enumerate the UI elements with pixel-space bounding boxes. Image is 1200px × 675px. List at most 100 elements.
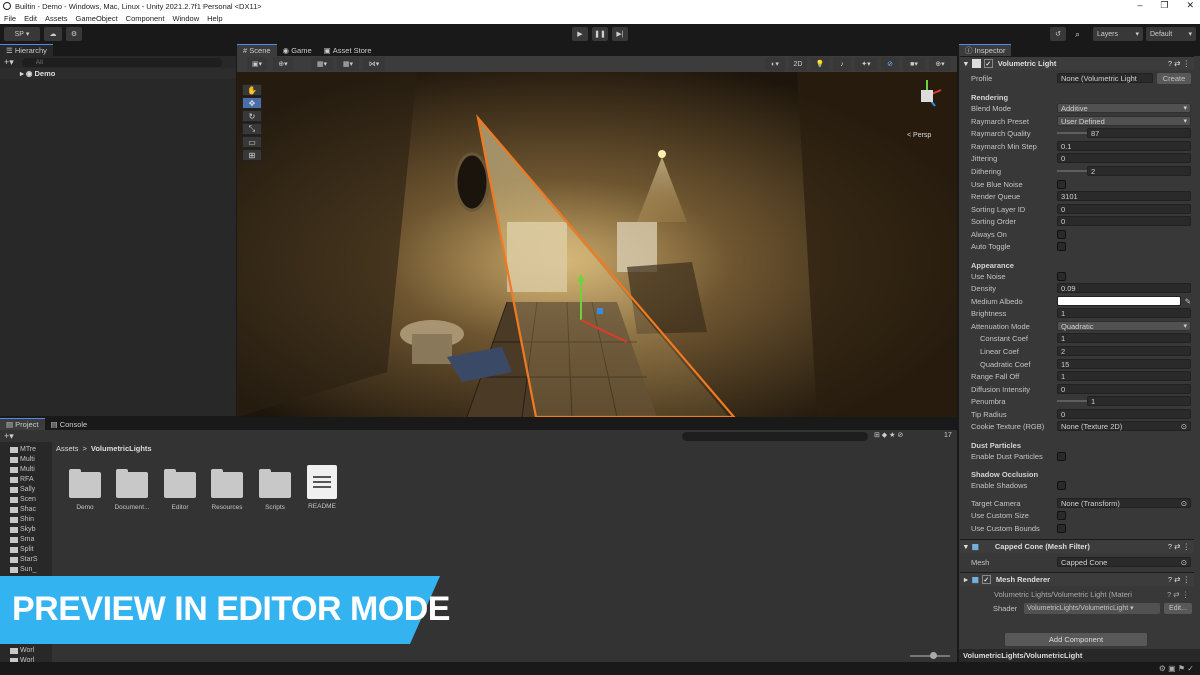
pivot-icon[interactable]: ⊕▾ xyxy=(273,57,293,71)
brightness-field[interactable]: 1 xyxy=(1057,308,1191,319)
renderer-enabled-checkbox[interactable]: ✓ xyxy=(981,575,991,584)
menu-gameobject[interactable]: GameObject xyxy=(76,14,118,23)
cookie-field[interactable]: None (Texture 2D) ⊙ xyxy=(1057,421,1191,432)
project-add-icon[interactable]: +▾ xyxy=(4,431,14,442)
use-blue-noise-checkbox[interactable] xyxy=(1057,179,1066,189)
density-field[interactable]: 0.09 xyxy=(1057,283,1191,294)
tree-item[interactable]: MTre xyxy=(10,446,36,453)
component-menu-icons[interactable]: ? ⇄ ⋮ xyxy=(1168,542,1190,551)
effects-icon[interactable]: ✦▾ xyxy=(855,57,877,71)
component-menu-icons[interactable]: ? ⇄ ⋮ xyxy=(1168,59,1190,68)
raymarch-preset-dropdown[interactable]: User Defined xyxy=(1057,116,1191,127)
shader-dropdown[interactable]: VolumetricLights/VolumetricLight ▾ xyxy=(1024,603,1160,614)
tab-scene[interactable]: # Scene xyxy=(237,44,277,56)
zoom-slider-knob[interactable] xyxy=(930,652,937,659)
render-queue-field[interactable]: 3101 xyxy=(1057,191,1191,202)
maximize-icon[interactable]: ❐ xyxy=(1160,0,1168,11)
tree-item[interactable]: Multi xyxy=(10,456,35,463)
target-camera-field[interactable]: None (Transform) ⊙ xyxy=(1057,498,1191,509)
gizmos-icon[interactable]: ⊕▾ xyxy=(929,57,951,71)
tree-item[interactable]: Shac xyxy=(10,506,36,513)
quadratic-coef-field[interactable]: 15 xyxy=(1057,359,1191,370)
shading-icon[interactable]: ◐▾ xyxy=(765,57,785,71)
tree-item[interactable]: Multi xyxy=(10,466,35,473)
readme-item[interactable]: README xyxy=(292,465,352,510)
penumbra-field[interactable]: 1 xyxy=(1087,396,1191,407)
enabled-checkbox[interactable]: ✓ xyxy=(983,59,993,68)
project-filter-icons[interactable]: ⊞ ◆ ★ ⊘ xyxy=(874,431,903,439)
breadcrumb-volumetriclights[interactable]: VolumetricLights xyxy=(91,444,152,453)
tip-radius-field[interactable]: 0 xyxy=(1057,409,1191,420)
grid-icon[interactable]: ▦▾ xyxy=(311,57,333,71)
component-header-mesh-renderer[interactable]: ▸ ▦ ✓ Mesh Renderer ? ⇄ ⋮ xyxy=(960,572,1194,586)
hand-tool-icon[interactable]: ✋ xyxy=(242,84,262,96)
range-falloff-field[interactable]: 1 xyxy=(1057,371,1191,382)
add-icon[interactable]: +▾ xyxy=(4,57,14,68)
menu-edit[interactable]: Edit xyxy=(24,14,37,23)
object-picker-icon[interactable]: ⊙ xyxy=(1181,422,1187,431)
layout-dropdown[interactable]: Default ▾ xyxy=(1146,27,1196,41)
tree-item[interactable]: StarS xyxy=(10,556,38,563)
tree-item[interactable]: Shin xyxy=(10,516,34,523)
menu-help[interactable]: Help xyxy=(207,14,222,23)
raymarch-quality-field[interactable]: 87 xyxy=(1087,128,1191,139)
menu-window[interactable]: Window xyxy=(172,14,199,23)
account-button[interactable]: SP ▾ xyxy=(4,27,40,41)
enable-dust-checkbox[interactable] xyxy=(1057,451,1066,461)
draw-mode-icon[interactable]: ▣▾ xyxy=(247,57,267,71)
sorting-order-field[interactable]: 0 xyxy=(1057,216,1191,227)
edit-shader-button[interactable]: Edit... xyxy=(1164,603,1192,614)
breadcrumb-assets[interactable]: Assets xyxy=(56,444,79,453)
close-icon[interactable]: ✕ xyxy=(1186,0,1194,11)
create-button[interactable]: Create xyxy=(1157,72,1191,84)
layers-dropdown[interactable]: Layers ▾ xyxy=(1093,27,1143,41)
rotate-tool-icon[interactable]: ↻ xyxy=(242,110,262,122)
move-tool-icon[interactable]: ✥ xyxy=(242,97,262,109)
scale-tool-icon[interactable]: ⤡ xyxy=(242,123,262,135)
component-header-mesh-filter[interactable]: ▾ ▦ Capped Cone (Mesh Filter) ? ⇄ ⋮ xyxy=(960,539,1194,553)
tab-game[interactable]: ◉ Game xyxy=(277,44,318,56)
foldout-icon[interactable]: ▾ xyxy=(964,542,968,551)
object-picker-icon[interactable]: ⊙ xyxy=(1181,499,1187,508)
raymarch-min-step-field[interactable]: 0.1 xyxy=(1057,141,1191,152)
tree-item[interactable]: Sma xyxy=(10,536,34,543)
persp-label[interactable]: < Persp xyxy=(907,132,931,139)
snap-icon[interactable]: ▦▾ xyxy=(337,57,359,71)
constant-coef-field[interactable]: 1 xyxy=(1057,333,1191,344)
tree-item[interactable]: Scen xyxy=(10,496,36,503)
add-component-button[interactable]: Add Component xyxy=(1005,633,1147,646)
blend-mode-dropdown[interactable]: Additive xyxy=(1057,103,1191,114)
camera-icon[interactable]: ■▾ xyxy=(903,57,925,71)
tab-project[interactable]: ▤ Project xyxy=(0,418,45,430)
menu-component[interactable]: Component xyxy=(126,14,165,23)
cloud-icon[interactable]: ☁ xyxy=(44,27,62,41)
dithering-field[interactable]: 2 xyxy=(1087,166,1191,177)
sorting-layer-field[interactable]: 0 xyxy=(1057,204,1191,215)
hierarchy-search-input[interactable]: All xyxy=(21,57,222,67)
tab-hierarchy[interactable]: ☰ Hierarchy xyxy=(0,44,53,56)
eyedropper-icon[interactable]: ✎ xyxy=(1185,297,1191,306)
tree-item[interactable]: Skyb xyxy=(10,526,36,533)
object-picker-icon[interactable]: ⊙ xyxy=(1181,558,1187,567)
pause-button[interactable]: ❚❚ xyxy=(592,27,608,41)
menu-file[interactable]: File xyxy=(4,14,16,23)
custom-size-checkbox[interactable] xyxy=(1057,510,1066,520)
material-menu-icons[interactable]: ? ⇄ ⋮ xyxy=(1167,590,1189,599)
tree-item[interactable]: Sun_ xyxy=(10,566,36,573)
play-button[interactable]: ▶ xyxy=(572,27,588,41)
medium-albedo-color[interactable] xyxy=(1057,296,1181,307)
increment-snap-icon[interactable]: ⋈▾ xyxy=(363,57,385,71)
project-search-input[interactable] xyxy=(682,432,868,441)
linear-coef-field[interactable]: 2 xyxy=(1057,346,1191,357)
enable-shadows-checkbox[interactable] xyxy=(1057,480,1066,490)
search-icon[interactable]: ⌕ xyxy=(1075,29,1080,40)
component-header-volumetric-light[interactable]: ▾ ✓ Volumetric Light ? ⇄ ⋮ xyxy=(960,56,1194,70)
tab-inspector[interactable]: ⓘ Inspector xyxy=(959,44,1012,56)
tree-item[interactable]: Sally xyxy=(10,486,35,493)
profile-field[interactable]: None (Volumetric Light xyxy=(1057,73,1153,84)
diffusion-field[interactable]: 0 xyxy=(1057,384,1191,395)
audio-icon[interactable]: ♪ xyxy=(833,57,851,71)
scene-viewport[interactable]: < Persp xyxy=(237,72,957,417)
step-button[interactable]: ▶| xyxy=(612,27,628,41)
foldout-icon[interactable]: ▾ xyxy=(964,59,968,68)
